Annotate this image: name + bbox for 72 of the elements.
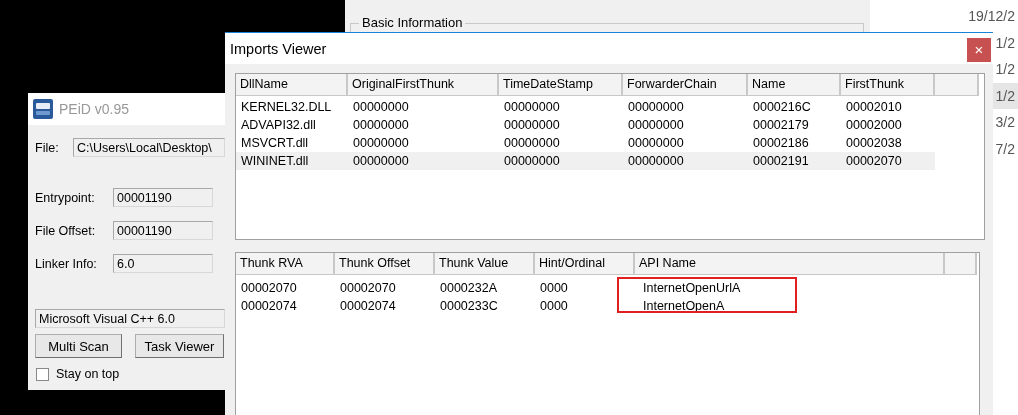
table-cell-text: 00000000	[503, 153, 561, 170]
table-cell-text: 00002038	[845, 135, 903, 152]
table-cell-text: 00002191	[752, 153, 810, 170]
field-label: File:	[35, 140, 60, 155]
value-field[interactable]: 00001190	[113, 188, 213, 207]
table-row[interactable]: KERNEL32.DLL 00000000 00000000 00000000 0000216C 00002010	[236, 98, 935, 116]
field-label: Linker Info:	[35, 256, 98, 271]
table-cell-text: 00000000	[627, 153, 685, 170]
column-header[interactable]: Thunk Offset	[335, 253, 435, 275]
table-cell-text: 00000000	[503, 99, 561, 116]
table-cell-text: 00002186	[752, 135, 810, 152]
window-title: PEiD v0.95	[59, 101, 130, 117]
column-header[interactable]: FirstThunk	[841, 74, 935, 96]
table-cell-text: 0000	[539, 298, 569, 315]
date-item[interactable]: 1/2	[993, 82, 1018, 109]
column-header[interactable]: TimeDateStamp	[499, 74, 623, 96]
table-cell-text: 00002179	[752, 117, 810, 134]
column-header[interactable]: OriginalFirstThunk	[348, 74, 499, 96]
date-item[interactable]: 1/2	[993, 29, 1018, 56]
table-cell-text: 00002070	[339, 280, 397, 297]
table-cell-text: 00000000	[352, 117, 410, 134]
date-item[interactable]: 19/12/2	[968, 3, 1018, 30]
table-cell-text: 0000	[539, 280, 569, 297]
scan-button[interactable]: Multi Scan	[35, 334, 122, 358]
file-path-field[interactable]: C:\Users\Local\Desktop\	[73, 138, 225, 157]
column-header[interactable]: ForwarderChain	[623, 74, 748, 96]
close-button[interactable]: ×	[967, 37, 991, 62]
table-cell-text: 0000232A	[439, 280, 498, 297]
column-header[interactable]: API Name	[635, 253, 945, 275]
table-cell-text: 00000000	[503, 117, 561, 134]
table-cell-text: 00000000	[627, 135, 685, 152]
date-item[interactable]: 7/2	[993, 135, 1018, 162]
value-field[interactable]: 6.0	[113, 254, 213, 273]
column-header[interactable]: Thunk Value	[435, 253, 535, 275]
checkbox-label: Stay on top	[56, 367, 120, 381]
table-cell-text: 00000000	[627, 99, 685, 116]
table-cell-text: InternetOpenA	[642, 298, 726, 315]
column-header[interactable]: DllName	[236, 74, 348, 96]
table-row[interactable]: MSVCRT.dll 00000000 00000000 00000000 00002186 00002038	[236, 134, 935, 152]
table-cell-text: 00000000	[503, 135, 561, 152]
table-row[interactable]: ADVAPI32.dll 00000000 00000000 00000000 00002179 00002000	[236, 116, 935, 134]
table-cell-text: InternetOpenUrlA	[642, 280, 742, 297]
column-header[interactable]: Thunk RVA	[236, 253, 335, 275]
table-cell-text: 00002070	[240, 280, 298, 297]
compiler-field: Microsoft Visual C++ 6.0	[35, 309, 225, 328]
column-header[interactable]: Name	[748, 74, 841, 96]
table-cell-text: 00000000	[352, 135, 410, 152]
column-header[interactable]: Hint/Ordinal	[535, 253, 635, 275]
table-cell-text: 0000233C	[439, 298, 499, 315]
value-field[interactable]: 00001190	[113, 221, 213, 240]
table-cell-text: 0000216C	[752, 99, 812, 116]
table-cell-text: ADVAPI32.dll	[240, 117, 317, 134]
checkbox[interactable]	[36, 367, 49, 381]
table-cell-text: 00000000	[352, 153, 410, 170]
table-cell-text: MSVCRT.dll	[240, 135, 310, 152]
table-cell-text: 00000000	[627, 117, 685, 134]
table-cell-text: 00002070	[845, 153, 903, 170]
table-row[interactable]: WININET.dll 00000000 00000000 00000000 00002191 00002070	[236, 152, 935, 170]
field-label: Entrypoint:	[35, 190, 96, 205]
app-logo-icon	[33, 99, 53, 119]
date-item[interactable]: 3/2	[993, 109, 1018, 136]
table-cell-text: KERNEL32.DLL	[240, 99, 333, 116]
table-cell-text: 00002074	[339, 298, 397, 315]
table-cell-text: 00002000	[845, 117, 903, 134]
field-label: File Offset:	[35, 223, 97, 238]
window-title: Imports Viewer	[230, 40, 327, 57]
table-cell-text: WININET.dll	[240, 153, 310, 170]
table-cell-text: 00000000	[352, 99, 410, 116]
table-cell-text: 00002074	[240, 298, 298, 315]
date-item[interactable]: 1/2	[993, 56, 1018, 83]
scan-button[interactable]: Task Viewer	[135, 334, 224, 358]
table-cell-text: 00002010	[845, 99, 903, 116]
